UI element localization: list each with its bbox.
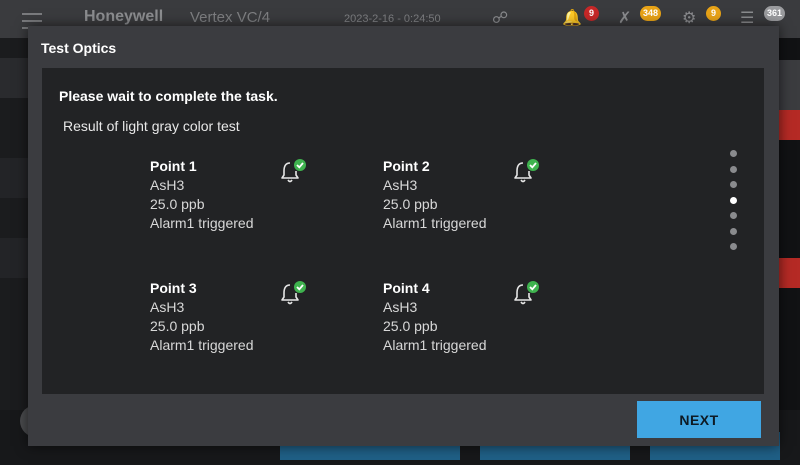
point-gas: AsH3 <box>383 177 418 193</box>
page-dot[interactable] <box>730 227 737 235</box>
side-nav-item[interactable] <box>0 158 28 198</box>
page-indicator[interactable] <box>730 150 740 260</box>
test-optics-dialog: Test Optics Please wait to complete the … <box>28 26 779 446</box>
bell-check-icon <box>281 281 306 305</box>
side-navigation <box>0 38 28 465</box>
point-gas: AsH3 <box>150 299 185 315</box>
page-dot[interactable] <box>730 181 737 188</box>
event-count-badge: 361 <box>764 6 786 21</box>
point-name: Point 1 <box>150 158 197 174</box>
point-name: Point 4 <box>383 280 430 296</box>
point-name: Point 2 <box>383 158 430 174</box>
side-nav-item[interactable] <box>0 238 28 278</box>
point-concentration: 25.0 ppb <box>150 196 205 212</box>
instruction-text: Please wait to complete the task. <box>59 88 278 104</box>
alarm-indicator <box>778 110 800 140</box>
point-name: Point 3 <box>150 280 197 296</box>
maintenance-count-badge: 9 <box>706 6 721 21</box>
point-card: Point 1 AsH3 25.0 ppb Alarm1 triggered <box>150 158 330 248</box>
alarm-indicator <box>778 258 800 288</box>
point-card: Point 4 AsH3 25.0 ppb Alarm1 triggered <box>383 280 563 370</box>
point-concentration: 25.0 ppb <box>383 196 438 212</box>
page-dot[interactable] <box>730 150 737 157</box>
dialog-title: Test Optics <box>41 40 117 56</box>
point-concentration: 25.0 ppb <box>383 318 438 334</box>
alarm-bell-icon[interactable]: 🔔 <box>562 8 582 28</box>
point-status: Alarm1 triggered <box>383 215 487 231</box>
fault-icon[interactable]: ✗ <box>618 8 631 28</box>
point-status: Alarm1 triggered <box>150 215 254 231</box>
brand-logo: Honeywell <box>84 8 164 25</box>
point-gas: AsH3 <box>150 177 185 193</box>
date-time: 2023-2-16 - 0:24:50 <box>344 13 441 25</box>
network-icon[interactable]: ☍ <box>492 8 508 28</box>
fault-count-badge: 348 <box>640 6 662 21</box>
page-dot[interactable] <box>730 243 737 250</box>
bell-check-icon <box>514 159 539 183</box>
dialog-body: Please wait to complete the task. Result… <box>42 68 764 394</box>
page-dot-active[interactable] <box>730 196 737 204</box>
page-dot[interactable] <box>730 212 737 219</box>
alarm-count-badge: 9 <box>584 6 599 21</box>
side-nav-item[interactable] <box>0 58 28 98</box>
bell-check-icon <box>514 281 539 305</box>
point-status: Alarm1 triggered <box>150 337 254 353</box>
right-panel-tab[interactable] <box>776 60 800 110</box>
bell-check-icon <box>281 159 306 183</box>
page-dot[interactable] <box>730 165 737 173</box>
next-button[interactable]: NEXT <box>637 401 761 438</box>
point-status: Alarm1 triggered <box>383 337 487 353</box>
point-card: Point 2 AsH3 25.0 ppb Alarm1 triggered <box>383 158 563 248</box>
point-gas: AsH3 <box>383 299 418 315</box>
point-card: Point 3 AsH3 25.0 ppb Alarm1 triggered <box>150 280 330 370</box>
event-list-icon[interactable]: ☰ <box>740 8 754 28</box>
device-name: Vertex VC/4 <box>190 9 271 26</box>
maintenance-icon[interactable]: ⚙ <box>682 8 696 28</box>
point-concentration: 25.0 ppb <box>150 318 205 334</box>
test-subtitle: Result of light gray color test <box>63 118 240 134</box>
